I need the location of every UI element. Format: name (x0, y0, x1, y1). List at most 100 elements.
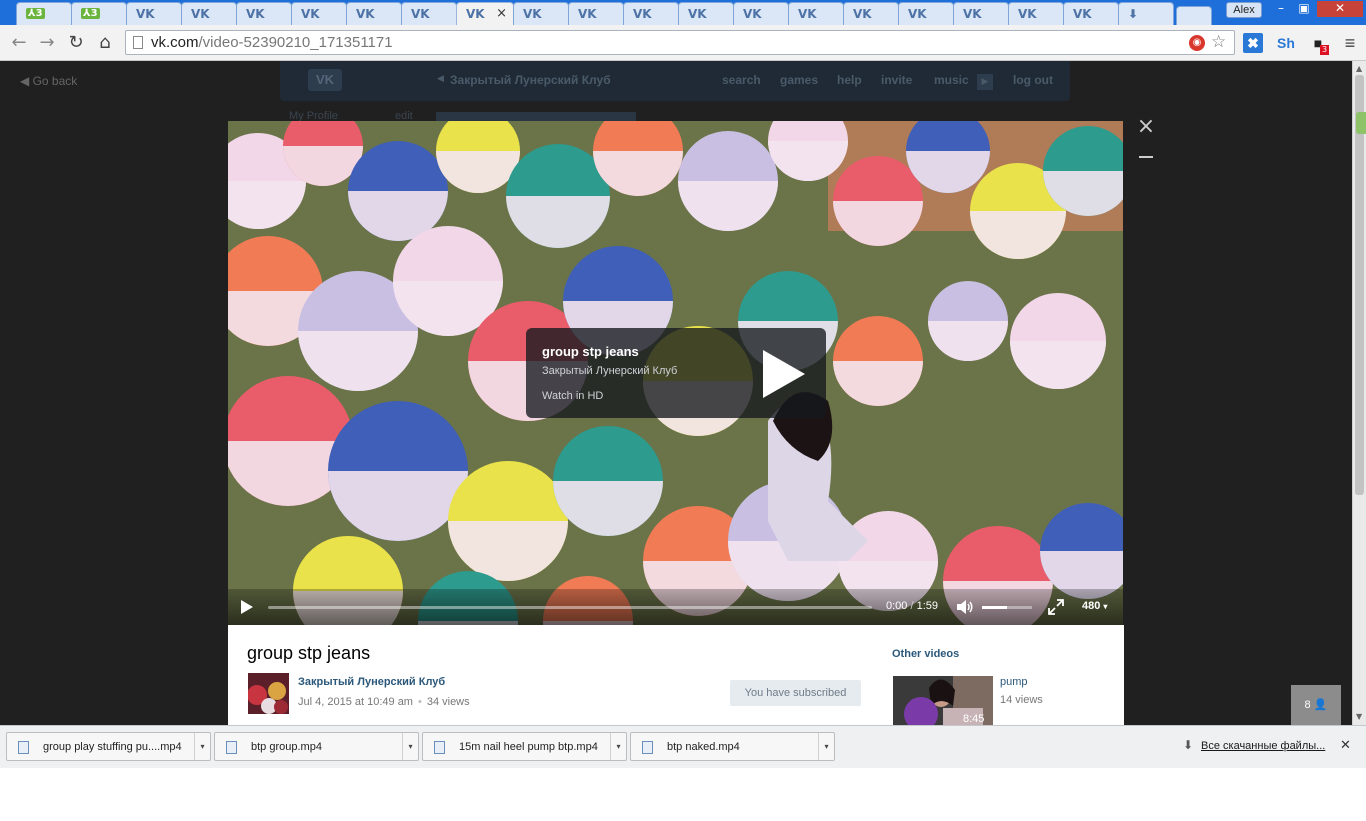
volume-slider[interactable] (982, 606, 1032, 609)
window-close-button[interactable]: ✕ (1317, 1, 1363, 17)
reload-button[interactable]: ↻ (64, 31, 88, 55)
vk-favicon-icon: VK (1073, 7, 1092, 21)
browser-tab[interactable]: VK (401, 2, 457, 25)
play-icon[interactable] (240, 599, 254, 615)
go-back-link[interactable]: ◀ Go back (20, 74, 77, 88)
browser-tab[interactable]: VK (843, 2, 899, 25)
tab-close-icon[interactable]: × (496, 6, 507, 21)
vk-logo[interactable]: VK (308, 69, 342, 91)
url-path: /video-52390210_171351171 (198, 34, 393, 51)
nav-music[interactable]: music (934, 73, 969, 87)
browser-tab[interactable]: VK (346, 2, 402, 25)
other-video-title[interactable]: pump (1000, 676, 1028, 688)
download-menu-chevron-icon[interactable]: ▾ (610, 733, 626, 760)
author-avatar[interactable] (248, 673, 289, 714)
browser-tab[interactable]: VK (623, 2, 679, 25)
big-play-icon[interactable] (759, 348, 809, 400)
nav-games[interactable]: games (780, 73, 818, 87)
vk-favicon-icon: VK (466, 7, 485, 21)
vk-favicon-icon: VK (853, 7, 872, 21)
scroll-down-icon[interactable]: ▼ (1356, 712, 1362, 721)
download-menu-chevron-icon[interactable]: ▾ (194, 733, 210, 760)
forward-button[interactable]: → (35, 31, 59, 55)
extension-record-icon[interactable]: ◉ (1189, 35, 1205, 51)
browser-toolbar: ← → ↻ ⌂ vk.com/video-52390210_171351171 … (0, 25, 1366, 61)
close-video-icon[interactable]: × (1136, 116, 1156, 138)
volume-level (982, 606, 1007, 609)
nav-invite[interactable]: invite (881, 73, 912, 87)
url-text[interactable]: vk.com/video-52390210_171351171 (151, 34, 393, 51)
vk-favicon-icon: VK (191, 7, 210, 21)
back-button[interactable]: ← (7, 31, 31, 55)
browser-tab[interactable]: VK (126, 2, 182, 25)
browser-tab[interactable]: VK (788, 2, 844, 25)
close-downloads-icon[interactable]: ✕ (1340, 738, 1351, 753)
browser-tab[interactable]: VK × (456, 2, 514, 25)
bookmark-star-icon[interactable]: ☆ (1211, 32, 1226, 52)
browser-tab[interactable]: VK (1063, 2, 1119, 25)
nav-search[interactable]: search (722, 73, 761, 87)
browser-tab[interactable]: VK (236, 2, 292, 25)
post-date: Jul 4, 2015 at 10:49 am (298, 696, 413, 708)
download-menu-chevron-icon[interactable]: ▾ (818, 733, 834, 760)
extension-notify-icon[interactable]: ■ 3 (1308, 33, 1330, 55)
profile-name-button[interactable]: Alex (1226, 2, 1262, 18)
tab-strip: ⅄3 ⅄3 VK VK VK VK VK VK VK × VK VK VK VK VK VK VK VK VK VK V… (0, 0, 1366, 25)
download-filename: 15m nail heel pump btp.mp4 (459, 741, 598, 753)
viewers-badge[interactable]: 8 👤 (1291, 685, 1341, 725)
browser-tab[interactable]: VK (1008, 2, 1064, 25)
download-item[interactable]: btp naked.mp4 ▾ (630, 732, 835, 761)
browser-menu-icon[interactable]: ≡ (1340, 33, 1360, 53)
download-item[interactable]: group play stuffing pu....mp4 ▾ (6, 732, 211, 761)
browser-tab[interactable]: VK (953, 2, 1009, 25)
scrollbar-thumb[interactable] (1355, 75, 1364, 495)
home-button[interactable]: ⌂ (93, 31, 117, 55)
author-link[interactable]: Закрытый Лунерский Клуб (298, 676, 445, 688)
browser-tab[interactable]: ⬇ (1118, 2, 1174, 25)
browser-tab[interactable]: VK (678, 2, 734, 25)
watch-in-hd-link[interactable]: Watch in HD (542, 390, 603, 402)
nav-help[interactable]: help (837, 73, 862, 87)
address-bar[interactable]: vk.com/video-52390210_171351171 ◉ ☆ (125, 30, 1235, 55)
card-author-link[interactable]: Закрытый Лунерский Клуб (542, 365, 677, 377)
side-extension-tab[interactable] (1356, 112, 1366, 134)
extension-sh-icon[interactable]: Sh (1274, 33, 1298, 53)
browser-tab[interactable]: VK (513, 2, 569, 25)
video-title-card[interactable]: group stp jeans Закрытый Лунерский Клуб … (526, 328, 826, 418)
seek-bar[interactable] (268, 606, 872, 609)
window-minimize-button[interactable]: – (1271, 1, 1291, 17)
music-play-icon[interactable]: ▶ (977, 74, 993, 90)
view-count: 34 views (426, 696, 470, 708)
new-tab-button[interactable] (1176, 6, 1212, 25)
download-menu-chevron-icon[interactable]: ▾ (402, 733, 418, 760)
download-item[interactable]: btp group.mp4 ▾ (214, 732, 419, 761)
window-maximize-button[interactable]: ▣ (1293, 1, 1315, 17)
back-arrow-icon: ◀ (20, 74, 30, 88)
download-filename: btp naked.mp4 (667, 741, 740, 753)
quality-selector[interactable]: 480 ▾ (1082, 600, 1107, 612)
download-item[interactable]: 15m nail heel pump btp.mp4 ▾ (422, 732, 627, 761)
other-video-views: 14 views (1000, 694, 1043, 706)
nav-logout[interactable]: log out (1013, 73, 1053, 87)
vk-favicon-icon: VK (523, 7, 542, 21)
community-link[interactable]: Закрытый Лунерский Клуб (450, 73, 611, 87)
browser-tab[interactable]: ⅄3 (16, 2, 72, 25)
extension-butterfly-icon[interactable]: ✖ (1243, 33, 1263, 53)
browser-tab[interactable]: VK (898, 2, 954, 25)
other-videos-heading[interactable]: Other videos (892, 648, 959, 660)
minimize-video-icon[interactable] (1139, 156, 1153, 158)
browser-tab[interactable]: ⅄3 (71, 2, 127, 25)
vk-favicon-icon: VK (411, 7, 430, 21)
subscribed-button[interactable]: You have subscribed (730, 680, 861, 706)
download-favicon-icon: ⬇ (1128, 7, 1139, 21)
all-downloads-link[interactable]: Все скачанные файлы... (1201, 740, 1325, 752)
scroll-up-icon[interactable]: ▲ (1356, 64, 1362, 73)
page-scrollbar[interactable]: ▲ ▼ (1352, 61, 1366, 725)
browser-tab[interactable]: VK (568, 2, 624, 25)
browser-tab[interactable]: VK (733, 2, 789, 25)
fullscreen-icon[interactable] (1048, 599, 1064, 615)
volume-icon[interactable] (956, 599, 974, 615)
browser-tab[interactable]: VK (181, 2, 237, 25)
browser-tab[interactable]: VK (291, 2, 347, 25)
card-video-title[interactable]: group stp jeans (542, 344, 639, 359)
